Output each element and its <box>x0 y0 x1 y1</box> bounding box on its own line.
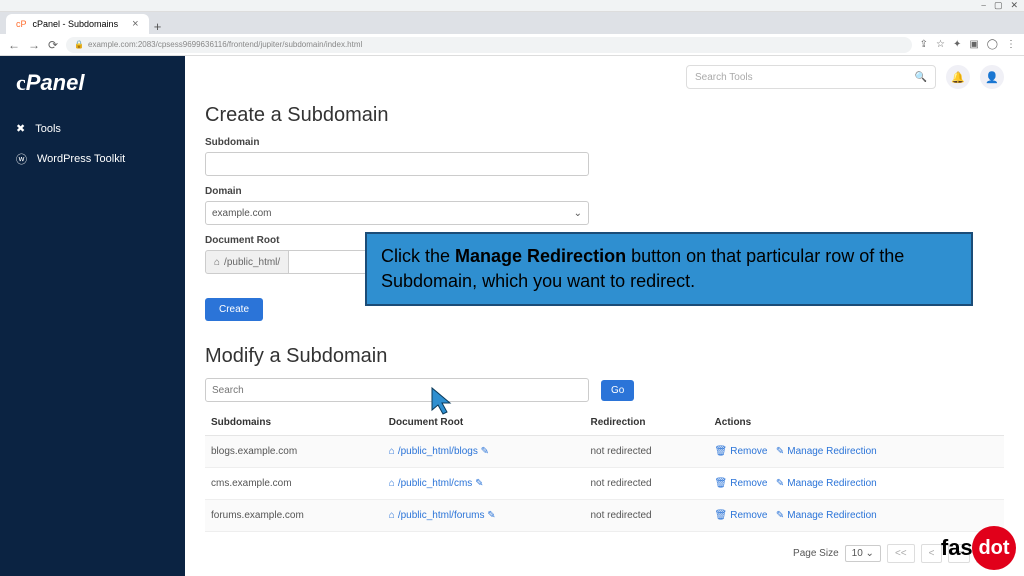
cell-redirection: not redirected <box>584 500 708 532</box>
domain-label: Domain <box>205 186 1004 197</box>
lock-icon: 🔒 <box>74 40 84 49</box>
tab-close-icon[interactable]: × <box>132 18 138 30</box>
bell-icon[interactable]: 🔔 <box>946 65 970 89</box>
docroot-link[interactable]: ⌂/public_html/blogs <box>389 446 478 457</box>
subdomain-input[interactable] <box>205 152 589 176</box>
minimize-icon[interactable]: ⎯ <box>981 0 986 11</box>
domain-select[interactable]: example.com ⌄ <box>205 201 589 225</box>
subdomain-table: Subdomains Document Root Redirection Act… <box>205 410 1004 532</box>
home-icon: ⌂ <box>389 510 395 521</box>
browser-tab[interactable]: cP cPanel - Subdomains × <box>6 14 149 34</box>
trash-icon: 🗑 <box>715 510 728 521</box>
wordpress-icon: ⓦ <box>16 151 27 167</box>
sidebar-item-wordpress[interactable]: ⓦ WordPress Toolkit <box>0 143 185 175</box>
window-controls: ⎯ ▢ ✕ <box>0 0 1024 12</box>
manage-redirection-link[interactable]: ✎Manage Redirection <box>776 478 877 489</box>
cell-redirection: not redirected <box>584 468 708 500</box>
fastdot-watermark: fast dot <box>941 526 1016 570</box>
address-bar: ← → ⟳ 🔒 example.com:2083/cpsess969963611… <box>0 34 1024 56</box>
col-subdomains: Subdomains <box>205 410 383 436</box>
url-text: example.com:2083/cpsess9699636116/fronte… <box>88 40 362 49</box>
col-docroot: Document Root <box>383 410 585 436</box>
tab-title: cPanel - Subdomains <box>33 19 119 29</box>
close-icon[interactable]: ✕ <box>1010 0 1018 11</box>
table-row: forums.example.com ⌂/public_html/forums … <box>205 500 1004 532</box>
trash-icon: 🗑 <box>715 478 728 489</box>
go-button[interactable]: Go <box>601 380 634 401</box>
remove-link[interactable]: 🗑Remove <box>715 446 768 457</box>
cell-subdomain: blogs.example.com <box>205 436 383 468</box>
sidebar-label: WordPress Toolkit <box>37 153 125 165</box>
home-icon: ⌂ <box>389 478 395 489</box>
table-row: blogs.example.com ⌂/public_html/blogs ✎ … <box>205 436 1004 468</box>
chevron-down-icon: ⌄ <box>574 208 582 219</box>
docroot-link[interactable]: ⌂/public_html/forums <box>389 510 485 521</box>
table-row: cms.example.com ⌂/public_html/cms ✎ not … <box>205 468 1004 500</box>
reload-icon[interactable]: ⟳ <box>48 38 58 52</box>
extension-icon[interactable]: ✦ <box>953 39 961 50</box>
col-redirection: Redirection <box>584 410 708 436</box>
docroot-prefix: ⌂ /public_html/ <box>205 250 289 274</box>
page-size-select[interactable]: 10 ⌄ <box>845 545 881 562</box>
modify-search-input[interactable] <box>205 378 589 402</box>
cell-subdomain: forums.example.com <box>205 500 383 532</box>
url-field[interactable]: 🔒 example.com:2083/cpsess9699636116/fron… <box>66 37 912 53</box>
sidebar-label: Tools <box>35 123 61 135</box>
back-icon[interactable]: ← <box>8 38 20 52</box>
search-icon: 🔍 <box>915 72 927 83</box>
edit-icon[interactable]: ✎ <box>475 478 483 489</box>
create-button[interactable]: Create <box>205 298 263 321</box>
user-icon[interactable]: 👤 <box>980 65 1004 89</box>
modify-heading: Modify a Subdomain <box>205 345 1004 368</box>
create-heading: Create a Subdomain <box>205 104 1004 127</box>
maximize-icon[interactable]: ▢ <box>994 0 1003 11</box>
sidebar-item-tools[interactable]: ✖ Tools <box>0 114 185 143</box>
pencil-icon: ✎ <box>776 478 784 489</box>
new-tab-button[interactable]: + <box>149 19 167 34</box>
pagination: Page Size 10 ⌄ << < > >> <box>205 544 1004 563</box>
subdomain-label: Subdomain <box>205 137 1004 148</box>
instruction-callout: Click the Manage Redirection button on t… <box>365 232 973 306</box>
cell-redirection: not redirected <box>584 436 708 468</box>
profile-icon[interactable]: ◯ <box>987 39 998 50</box>
manage-redirection-link[interactable]: ✎Manage Redirection <box>776 446 877 457</box>
sidebar: Panel ✖ Tools ⓦ WordPress Toolkit <box>0 56 185 576</box>
manage-redirection-link[interactable]: ✎Manage Redirection <box>776 510 877 521</box>
remove-link[interactable]: 🗑Remove <box>715 478 768 489</box>
col-actions: Actions <box>709 410 1004 436</box>
cpanel-logo: Panel <box>0 70 185 114</box>
remove-link[interactable]: 🗑Remove <box>715 510 768 521</box>
tools-icon: ✖ <box>16 122 25 135</box>
edit-icon[interactable]: ✎ <box>487 510 495 521</box>
star-icon[interactable]: ☆ <box>936 39 945 50</box>
pencil-icon: ✎ <box>776 510 784 521</box>
search-tools-input[interactable]: Search Tools 🔍 <box>686 65 936 89</box>
cpanel-favicon-icon: cP <box>16 19 27 29</box>
pencil-icon: ✎ <box>776 446 784 457</box>
forward-icon[interactable]: → <box>28 38 40 52</box>
home-icon: ⌂ <box>214 257 220 268</box>
menu-icon[interactable]: ⋮ <box>1006 39 1016 50</box>
trash-icon: 🗑 <box>715 446 728 457</box>
page-first[interactable]: << <box>887 544 915 563</box>
docroot-link[interactable]: ⌂/public_html/cms <box>389 478 473 489</box>
home-icon: ⌂ <box>389 446 395 457</box>
page-prev[interactable]: < <box>921 544 943 563</box>
puzzle-icon[interactable]: ▣ <box>969 39 978 50</box>
edit-icon[interactable]: ✎ <box>481 446 489 457</box>
tab-bar: cP cPanel - Subdomains × + <box>0 12 1024 34</box>
share-icon[interactable]: ⇪ <box>920 39 928 50</box>
cell-subdomain: cms.example.com <box>205 468 383 500</box>
